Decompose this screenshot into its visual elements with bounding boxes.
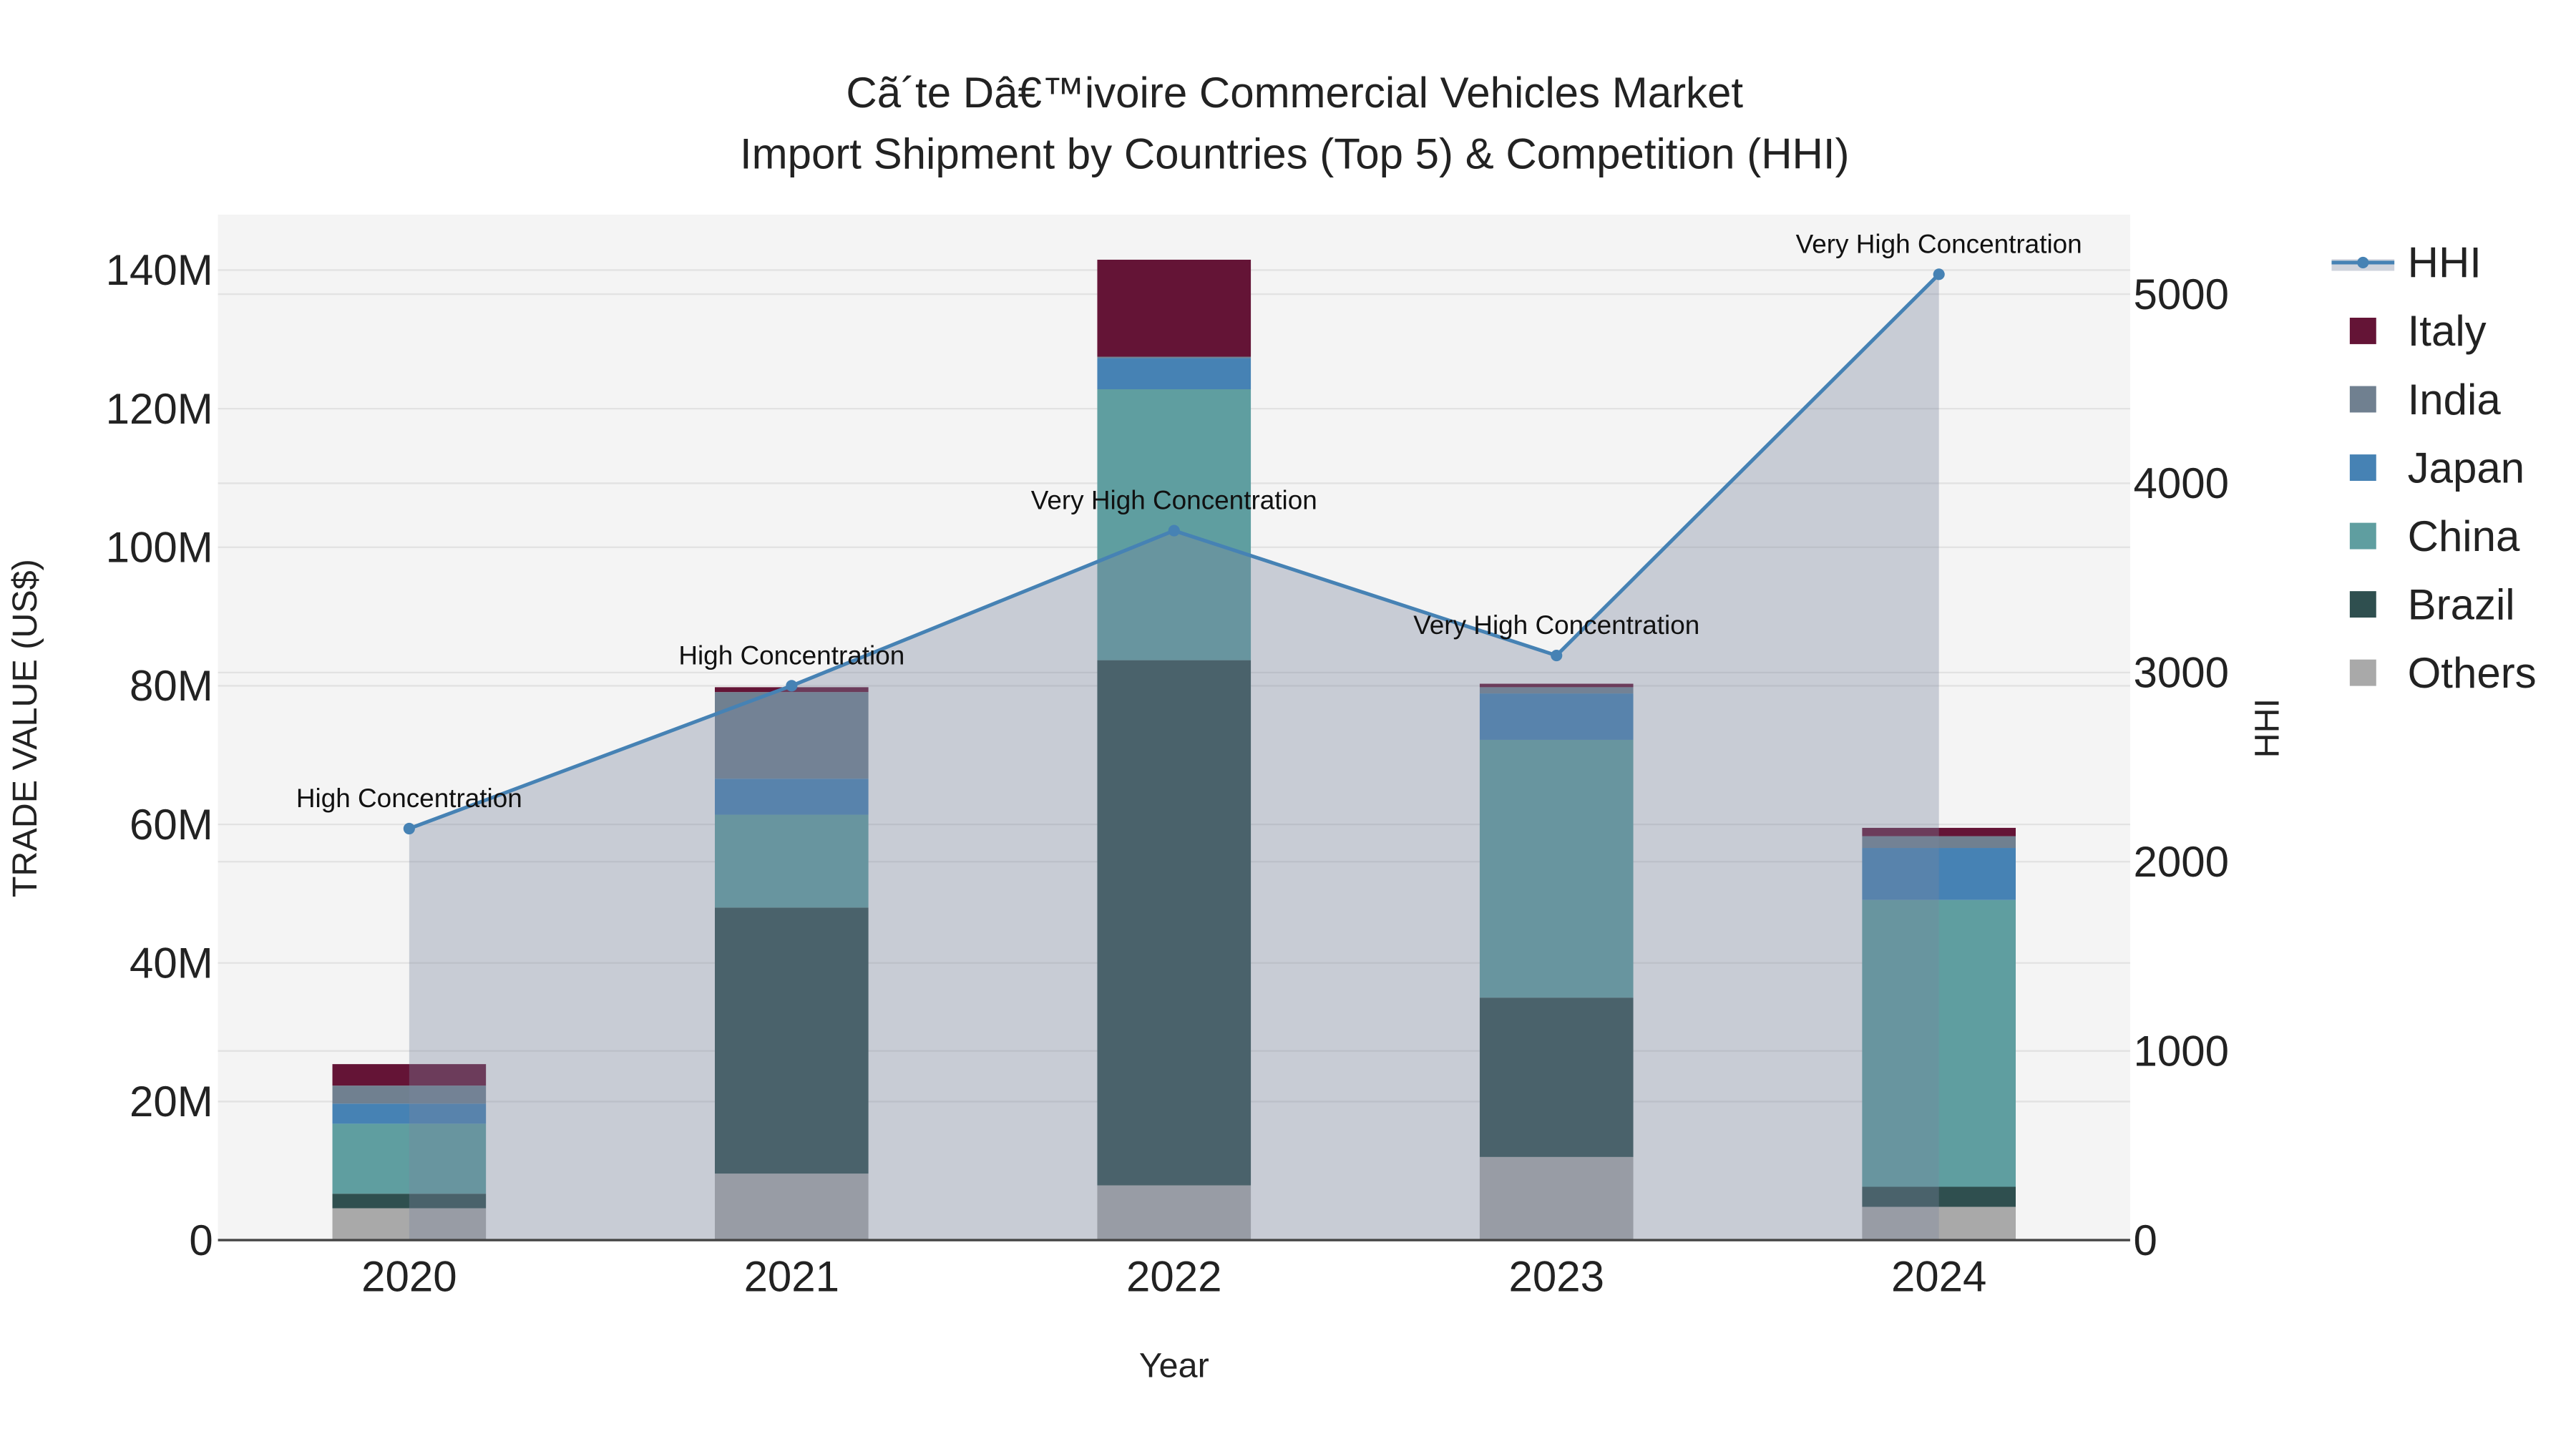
- x-tick-label: 2020: [361, 1253, 457, 1301]
- y-tick-label: 60M: [130, 801, 213, 849]
- legend-label: Others: [2408, 649, 2537, 697]
- y-tick-label: 140M: [106, 246, 213, 294]
- y-tick-label: 20M: [130, 1078, 213, 1126]
- hhi-annotation: High Concentration: [678, 640, 904, 670]
- x-tick-label: 2022: [1126, 1253, 1221, 1301]
- hhi-point-2024: [1933, 268, 1945, 280]
- y-tick-label: 0: [189, 1216, 213, 1264]
- chart-title: Cã´te Dâ€™ivoire Commercial Vehicles Mar…: [846, 69, 1743, 117]
- y2-tick-label: 2000: [2134, 838, 2229, 886]
- legend-label: China: [2408, 512, 2520, 560]
- hhi-point-2022: [1168, 525, 1180, 537]
- legend-swatch: [2349, 318, 2376, 344]
- legend-swatch-hhi-marker: [2357, 256, 2369, 268]
- y2-tick-label: 1000: [2134, 1027, 2229, 1075]
- legend-swatch: [2349, 386, 2376, 413]
- legend-label: Brazil: [2408, 580, 2515, 628]
- hhi-point-2021: [786, 680, 798, 692]
- legend-swatch: [2349, 591, 2376, 618]
- y2-tick-label: 3000: [2134, 649, 2229, 697]
- legend-swatch: [2349, 522, 2376, 550]
- y2-tick-label: 5000: [2134, 270, 2229, 318]
- hhi-point-2023: [1551, 649, 1563, 662]
- hhi-annotation: Very High Concentration: [1031, 486, 1317, 515]
- x-tick-label: 2021: [744, 1253, 839, 1301]
- hhi-annotation: Very High Concentration: [1413, 610, 1699, 640]
- y2-axis-title: HHI: [2248, 698, 2287, 758]
- y2-tick-label: 0: [2134, 1216, 2157, 1264]
- y-tick-label: 100M: [106, 524, 213, 572]
- y-axis-title: TRADE VALUE (US$): [6, 559, 44, 897]
- x-axis-title: Year: [1139, 1347, 1209, 1385]
- legend-label: HHI: [2408, 239, 2482, 287]
- y-tick-label: 40M: [130, 940, 213, 987]
- hhi-annotation: Very High Concentration: [1796, 229, 2082, 258]
- y-tick-label: 80M: [130, 662, 213, 710]
- x-tick-label: 2024: [1891, 1253, 1986, 1301]
- legend-swatch: [2349, 454, 2376, 481]
- bar-japan-2022: [1097, 358, 1252, 390]
- legend-label: Italy: [2408, 307, 2487, 355]
- legend-label: India: [2408, 376, 2502, 424]
- legend-label: Japan: [2408, 444, 2524, 492]
- hhi-point-2020: [403, 822, 415, 835]
- chart-subtitle: Import Shipment by Countries (Top 5) & C…: [740, 130, 1850, 177]
- hhi-annotation: High Concentration: [296, 784, 522, 813]
- bar-italy-2022: [1097, 259, 1252, 357]
- y2-tick-label: 4000: [2134, 459, 2229, 507]
- legend-swatch: [2349, 659, 2376, 686]
- x-tick-label: 2023: [1508, 1253, 1604, 1301]
- y-tick-label: 120M: [106, 385, 213, 433]
- chart: High Concentration High Concentration Very…: [0, 0, 2576, 1449]
- bar-india-2022: [1097, 356, 1252, 358]
